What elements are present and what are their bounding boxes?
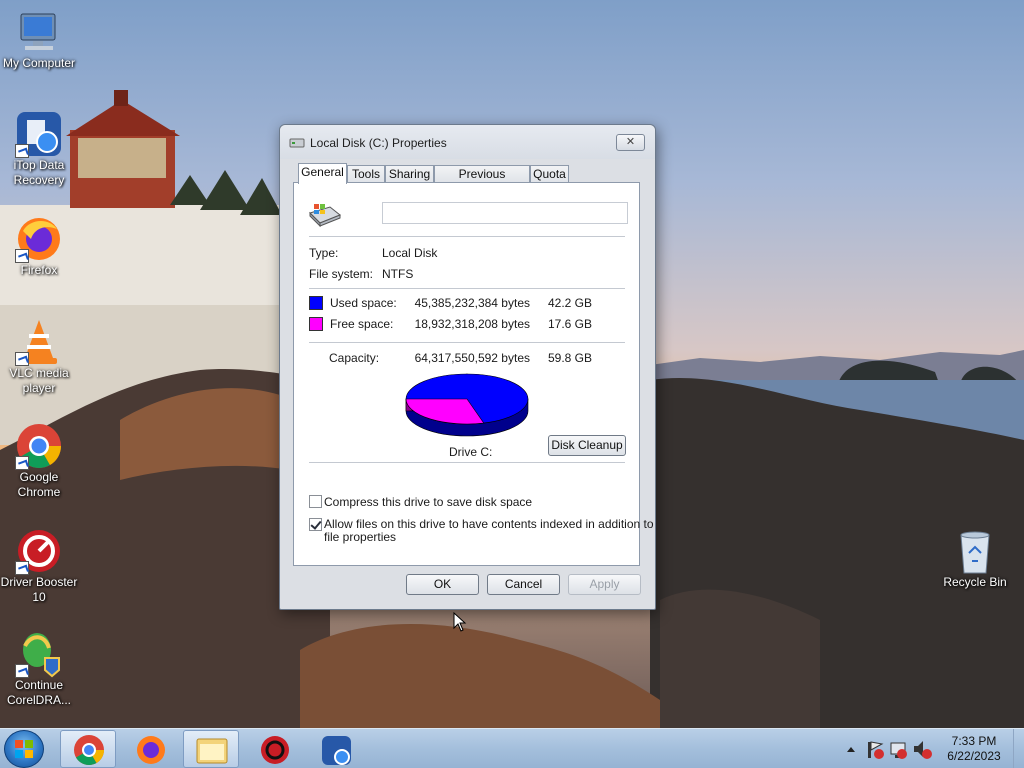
vlc-icon	[15, 318, 63, 366]
shortcut-arrow-icon	[15, 352, 29, 366]
used-space-bytes: 45,385,232,384 bytes	[414, 296, 530, 310]
recycle-bin-icon	[951, 527, 999, 575]
show-desktop-button[interactable]	[1013, 729, 1024, 768]
dialog-title: Local Disk (C:) Properties	[310, 136, 447, 150]
chrome-icon	[15, 422, 63, 470]
desktop-icon-firefox[interactable]: Firefox	[0, 215, 78, 278]
itop-data-recovery-icon	[322, 736, 351, 765]
type-label: Type:	[309, 246, 339, 260]
computer-icon	[15, 8, 63, 56]
shortcut-arrow-icon	[15, 664, 29, 678]
ok-button[interactable]: OK	[406, 574, 479, 595]
desktop-icon-label: Continue CorelDRA...	[6, 678, 71, 707]
used-space-swatch	[309, 296, 323, 310]
compress-label: Compress this drive to save disk space	[324, 495, 533, 509]
dialog-titlebar[interactable]: Local Disk (C:) Properties ✕	[280, 125, 655, 159]
type-value: Local Disk	[382, 246, 438, 260]
shortcut-arrow-icon	[15, 456, 29, 470]
network-icon[interactable]	[890, 742, 907, 759]
divider	[309, 342, 625, 343]
desktop-icon-label: Google Chrome	[17, 470, 61, 499]
free-space-bytes: 18,932,318,208 bytes	[414, 317, 530, 331]
desktop-icon-my-computer[interactable]: My Computer	[0, 8, 78, 71]
action-center-flag-icon[interactable]	[868, 741, 884, 759]
desktop-icon-label: My Computer	[2, 56, 76, 70]
index-checkbox[interactable]	[309, 518, 322, 531]
taskbar-clock[interactable]: 7:33 PM 6/22/2023	[936, 734, 1012, 764]
disk-cleanup-button[interactable]: Disk Cleanup	[548, 435, 626, 456]
chrome-icon	[74, 735, 104, 766]
free-space-label: Free space:	[330, 317, 394, 331]
desktop: My Computer iTop Data Recovery Firefox V…	[0, 0, 1024, 728]
desktop-icon-label: Recycle Bin	[943, 575, 1007, 589]
desktop-icon-itop-data-recovery[interactable]: iTop Data Recovery	[0, 110, 78, 188]
general-tab-panel: Type: Local Disk File system: NTFS Used …	[293, 182, 654, 566]
driver-booster-icon	[15, 527, 63, 575]
compress-checkbox[interactable]	[309, 495, 322, 508]
taskbar-chrome[interactable]	[60, 730, 116, 768]
clock-time: 7:33 PM	[951, 734, 997, 748]
tab-sharing[interactable]: Sharing	[385, 165, 434, 183]
desktop-icon-label: iTop Data Recovery	[13, 158, 65, 187]
show-hidden-icons-arrow[interactable]	[847, 747, 855, 752]
free-space-size: 17.6 GB	[547, 317, 592, 331]
capacity-size: 59.8 GB	[547, 351, 592, 365]
mouse-cursor-icon	[453, 612, 467, 632]
taskbar-itop-data-recovery[interactable]	[308, 730, 364, 768]
drive-icon	[289, 138, 305, 148]
clock-date: 6/22/2023	[947, 749, 1001, 763]
used-space-label: Used space:	[330, 296, 397, 310]
file-explorer-icon	[196, 738, 228, 764]
desktop-icon-label: Firefox	[20, 263, 58, 277]
shortcut-arrow-icon	[15, 561, 29, 575]
file-system-label: File system:	[309, 267, 374, 281]
firefox-icon	[137, 736, 165, 764]
desktop-icon-label: VLC media player	[9, 366, 69, 395]
desktop-icon-driver-booster[interactable]: Driver Booster 10	[0, 527, 78, 605]
tab-quota[interactable]: Quota	[530, 165, 569, 183]
desktop-icon-label: Driver Booster 10	[0, 575, 78, 604]
volume-muted-icon[interactable]	[914, 741, 932, 759]
taskbar-firefox[interactable]	[122, 730, 178, 768]
drive-name-input[interactable]	[382, 202, 628, 224]
system-tray	[842, 729, 932, 768]
taskbar: 7:33 PM 6/22/2023	[0, 728, 1024, 768]
free-space-swatch	[309, 317, 323, 331]
properties-dialog: Local Disk (C:) Properties ✕ General Too…	[279, 124, 656, 610]
itop-data-recovery-icon	[15, 110, 63, 158]
apply-button[interactable]: Apply	[568, 574, 641, 595]
taskbar-driver-booster[interactable]	[246, 730, 302, 768]
index-label-line1: Allow files on this drive to have conten…	[324, 517, 654, 531]
shortcut-arrow-icon	[15, 249, 29, 263]
divider	[309, 288, 625, 289]
local-disk-icon	[309, 204, 341, 227]
divider	[309, 236, 625, 237]
desktop-icon-google-chrome[interactable]: Google Chrome	[0, 422, 78, 500]
cancel-button[interactable]: Cancel	[487, 574, 560, 595]
start-button[interactable]	[4, 730, 44, 768]
desktop-icon-recycle-bin[interactable]: Recycle Bin	[936, 527, 1014, 590]
shortcut-arrow-icon	[15, 144, 29, 158]
tab-tools[interactable]: Tools	[347, 165, 385, 183]
used-space-size: 42.2 GB	[547, 296, 592, 310]
windows-logo-icon	[15, 740, 33, 758]
disk-usage-pie-chart	[405, 373, 529, 437]
capacity-label: Capacity:	[329, 351, 380, 365]
divider	[309, 462, 625, 463]
file-system-value: NTFS	[382, 267, 414, 281]
driver-booster-icon	[261, 736, 289, 764]
desktop-icon-vlc[interactable]: VLC media player	[0, 318, 78, 396]
taskbar-file-explorer[interactable]	[183, 730, 239, 768]
desktop-icon-coreldraw[interactable]: Continue CorelDRA...	[0, 630, 78, 708]
tab-general[interactable]: General	[298, 163, 347, 184]
drive-label: Drive C:	[449, 445, 493, 459]
coreldraw-icon	[15, 630, 63, 678]
close-button[interactable]: ✕	[616, 134, 645, 151]
capacity-bytes: 64,317,550,592 bytes	[414, 351, 530, 365]
index-label-line2: file properties	[324, 530, 397, 544]
tab-previous-versions[interactable]: Previous Versions	[434, 165, 530, 197]
firefox-icon	[15, 215, 63, 263]
